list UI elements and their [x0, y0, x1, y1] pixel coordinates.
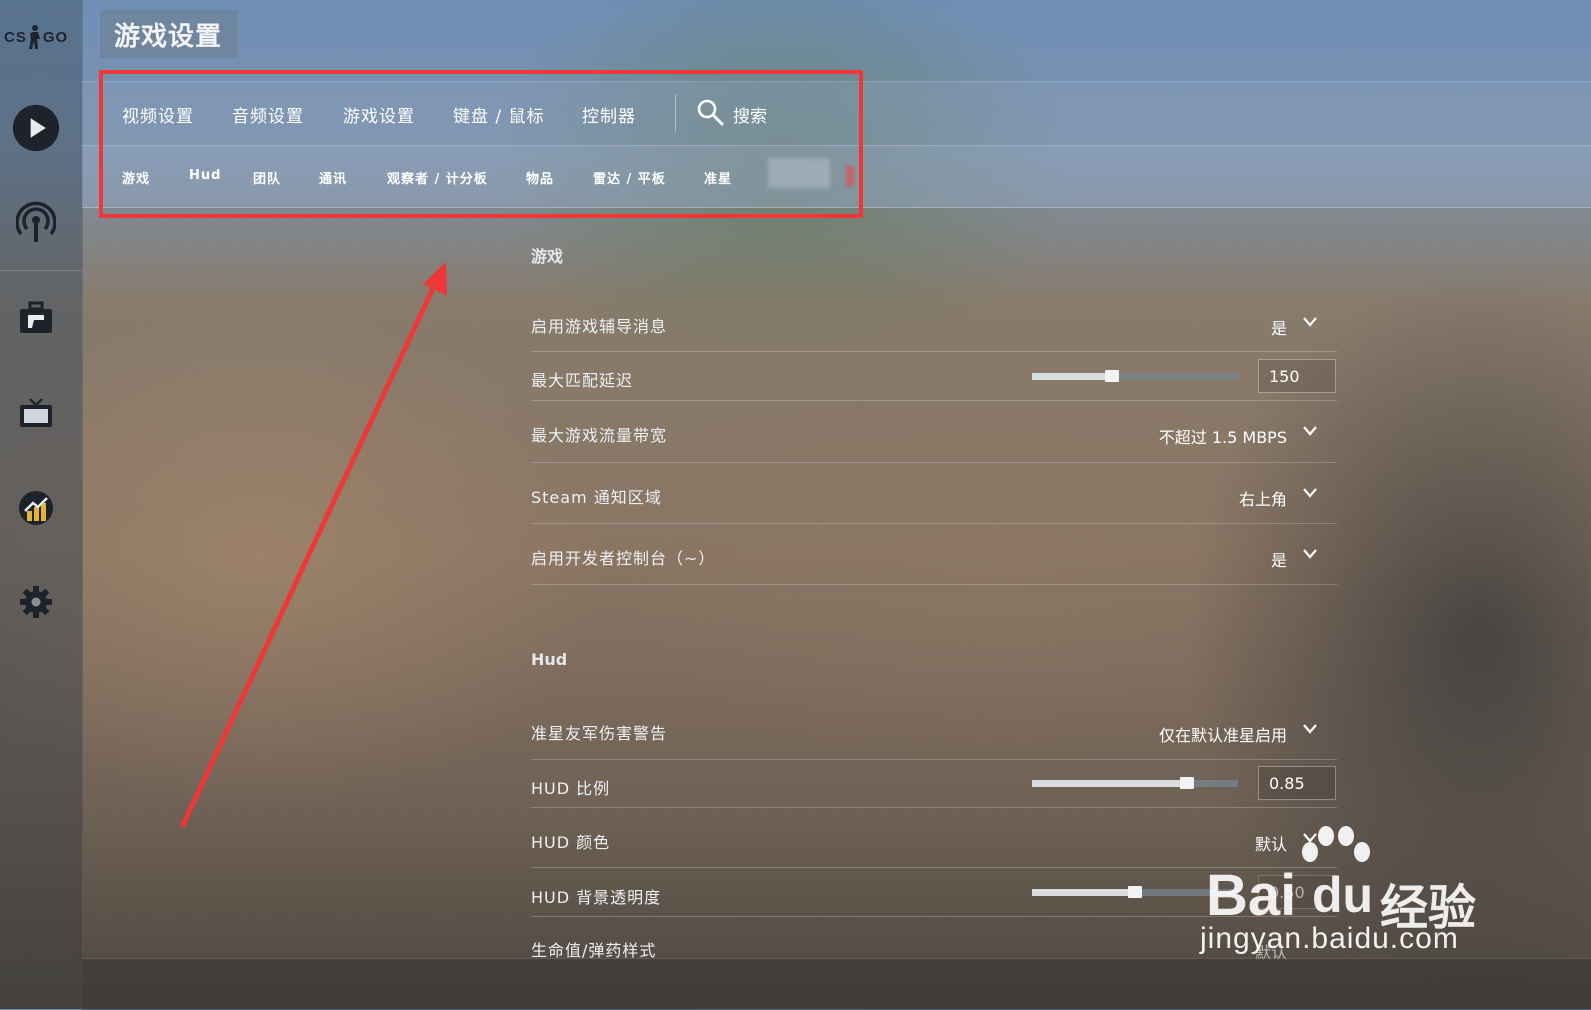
sidebar-divider — [0, 270, 82, 271]
setting-row-hud-scale[interactable]: HUD 比例 0.85 — [531, 760, 1337, 808]
setting-value[interactable]: 不超过 1.5 MBPS — [1159, 424, 1287, 448]
tab-audio-settings[interactable]: 音频设置 — [232, 102, 304, 127]
setting-label: 启用开发者控制台（~） — [531, 549, 716, 568]
gear-icon — [20, 586, 52, 618]
subtab-communication[interactable]: 通讯 — [319, 168, 347, 187]
tv-icon — [20, 398, 52, 427]
slider-fill — [1032, 889, 1135, 896]
play-icon — [12, 104, 60, 152]
subtab-spectator-scoreboard[interactable]: 观察者 / 计分板 — [387, 168, 488, 187]
search-label[interactable]: 搜索 — [733, 102, 767, 127]
sidebar: CS GO — [0, 0, 83, 1009]
chevron-down-icon[interactable] — [1303, 426, 1317, 436]
setting-value[interactable]: 仅在默认准星启用 — [1159, 722, 1287, 746]
inventory-button[interactable] — [12, 294, 60, 342]
chevron-down-icon[interactable] — [1303, 317, 1317, 327]
page-title: 游戏设置 — [114, 21, 223, 52]
hud-scale-input[interactable]: 0.85 — [1258, 766, 1336, 800]
subtab-radar-tablet[interactable]: 雷达 / 平板 — [593, 168, 666, 187]
briefcase-icon — [20, 301, 52, 333]
play-button[interactable] — [12, 104, 60, 152]
blurred-tab — [768, 158, 830, 188]
soldier-icon — [28, 25, 40, 49]
setting-label: 启用游戏辅导消息 — [531, 317, 668, 336]
settings-button[interactable] — [12, 578, 60, 626]
stats-icon — [19, 491, 53, 525]
watermark-url: jingyan.baidu.com — [1200, 922, 1459, 955]
slider-thumb[interactable] — [1105, 370, 1120, 382]
stats-button[interactable] — [12, 484, 60, 532]
tab-keyboard-mouse[interactable]: 键盘 / 鼠标 — [453, 102, 545, 127]
setting-row-max-ping[interactable]: 最大匹配延迟 150 — [531, 352, 1337, 401]
antenna-icon — [16, 201, 56, 242]
setting-label: HUD 背景透明度 — [531, 888, 662, 907]
setting-label: 最大匹配延迟 — [531, 371, 634, 390]
logo-text-go: GO — [42, 28, 69, 46]
hud-scale-slider[interactable] — [1032, 777, 1238, 789]
watermark-brand-b: du — [1312, 867, 1374, 923]
page-title-container: 游戏设置 — [100, 10, 239, 58]
section-title-game: 游戏 — [531, 247, 564, 266]
setting-row-max-bandwidth[interactable]: 最大游戏流量带宽 不超过 1.5 MBPS — [531, 401, 1337, 463]
slider-fill — [1032, 780, 1187, 787]
watermark-brand-a: Bai — [1206, 863, 1297, 928]
setting-row-game-tips[interactable]: 启用游戏辅导消息 是 — [531, 300, 1337, 352]
logo-text-cs: CS — [4, 28, 27, 46]
subtab-items[interactable]: 物品 — [526, 168, 554, 187]
max-ping-input[interactable]: 150 — [1258, 359, 1336, 393]
setting-label: 准星友军伤害警告 — [531, 724, 668, 743]
subtab-game[interactable]: 游戏 — [122, 168, 150, 187]
chevron-down-icon[interactable] — [1303, 488, 1317, 498]
setting-value[interactable]: 是 — [1271, 315, 1287, 339]
watch-button[interactable] — [12, 390, 60, 438]
baidu-watermark: Bai du 经验 jingyan.baidu.com — [1200, 826, 1500, 966]
tab-separator — [675, 94, 676, 132]
watch-broadcast-button[interactable] — [12, 198, 60, 246]
setting-value[interactable]: 是 — [1271, 547, 1287, 571]
slider-thumb[interactable] — [1128, 886, 1142, 898]
setting-row-friendly-fire-warning[interactable]: 准星友军伤害警告 仅在默认准星启用 — [531, 708, 1337, 760]
search-icon[interactable] — [696, 98, 724, 126]
section-title-hud: Hud — [531, 650, 568, 669]
max-ping-slider[interactable] — [1032, 370, 1238, 382]
csgo-logo[interactable]: CS GO — [4, 22, 78, 52]
setting-row-steam-notification[interactable]: Steam 通知区域 右上角 — [531, 463, 1337, 524]
setting-label: HUD 比例 — [531, 779, 611, 798]
chevron-down-icon[interactable] — [1303, 549, 1317, 559]
setting-label: 最大游戏流量带宽 — [531, 426, 668, 445]
tab-game-settings[interactable]: 游戏设置 — [343, 102, 415, 127]
subtab-team[interactable]: 团队 — [253, 168, 281, 187]
main-tab-bar — [82, 81, 1591, 146]
slider-fill — [1032, 373, 1113, 380]
chevron-down-icon[interactable] — [1303, 724, 1317, 734]
setting-label: Steam 通知区域 — [531, 488, 662, 507]
setting-label: HUD 颜色 — [531, 833, 611, 852]
subtab-crosshair[interactable]: 准星 — [704, 168, 732, 187]
slider-thumb[interactable] — [1179, 777, 1194, 789]
subtab-hud[interactable]: Hud — [189, 168, 221, 183]
setting-row-dev-console[interactable]: 启用开发者控制台（~） 是 — [531, 524, 1337, 585]
tab-video-settings[interactable]: 视频设置 — [122, 102, 194, 127]
blurred-tab-marker — [846, 166, 854, 186]
sub-tab-bar — [82, 145, 1591, 208]
setting-value[interactable]: 右上角 — [1239, 486, 1287, 510]
tab-controller[interactable]: 控制器 — [582, 102, 636, 127]
